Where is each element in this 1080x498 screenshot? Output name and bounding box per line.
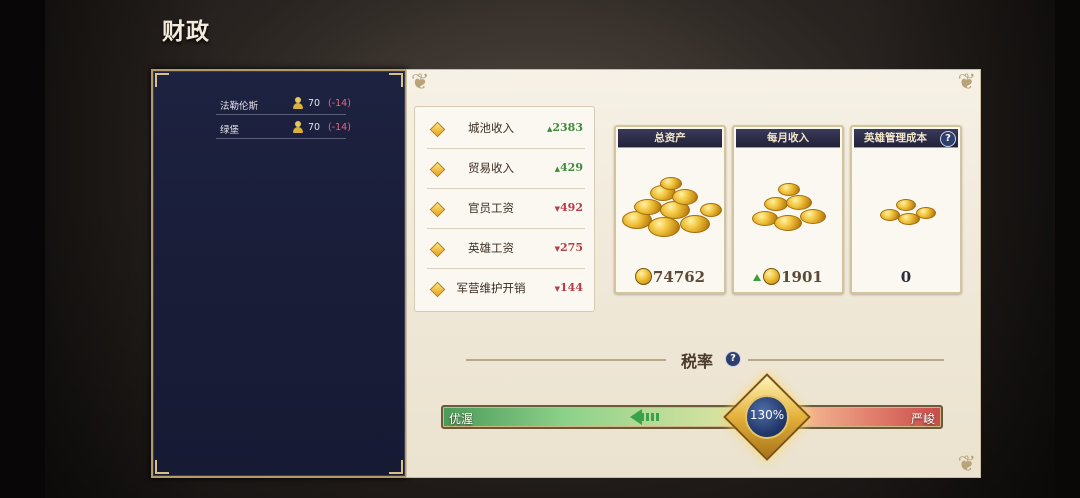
help-icon[interactable]: ? [940, 131, 956, 147]
coin-pile-large-icon [620, 177, 724, 247]
city-population: 70 [308, 98, 321, 109]
gold-diamond-icon [429, 161, 446, 178]
divider-right [748, 359, 944, 361]
population-icon [293, 97, 303, 109]
corner-flourish-icon: ❦ [411, 70, 430, 95]
population-icon [293, 121, 303, 133]
city-name: 绿堡 [220, 125, 240, 136]
card-value: 0 [900, 268, 912, 286]
finance-row-label: 城池收入 [468, 121, 514, 135]
total-assets-card: 总资产 74762 [614, 125, 726, 294]
finance-row-label: 军营维护开销 [456, 281, 526, 295]
finance-row: 军营维护开销 ▼144 [427, 269, 585, 309]
finance-row-value: ▲429 [554, 161, 583, 174]
corner-ornament [389, 460, 403, 474]
city-population-delta: (-14) [328, 98, 351, 109]
page-title: 财政 [162, 18, 210, 45]
arrow-left-icon-tail [641, 413, 661, 421]
card-title: 每月收入 [736, 129, 840, 148]
finance-row: 贸易收入 ▲429 [427, 149, 585, 189]
gold-diamond-icon [429, 241, 446, 258]
city-population-delta: (-14) [328, 122, 351, 133]
corner-ornament [155, 460, 169, 474]
tax-rate-value: 130% [749, 408, 785, 422]
coin-icon [634, 268, 652, 285]
finance-row: 城池收入 ▲2383 [427, 109, 585, 149]
finance-row-label: 贸易收入 [468, 161, 514, 175]
corner-flourish-icon: ❦ [957, 452, 976, 477]
monthly-income-card: 每月收入 1901 [732, 125, 844, 294]
card-value: 1901 [734, 268, 842, 286]
gold-diamond-icon [429, 281, 446, 298]
finance-row-label: 官员工资 [468, 201, 514, 215]
city-name: 法勒伦斯 [220, 101, 259, 112]
screen-edge-left [0, 0, 45, 498]
city-row[interactable]: 法勒伦斯 70 (-14) [216, 93, 351, 115]
coin-pile-medium-icon [752, 183, 832, 238]
coin-icon [763, 268, 781, 285]
finance-row-label: 英雄工资 [468, 241, 514, 255]
tax-low-label: 优渥 [449, 412, 474, 426]
finance-row-value: ▼144 [554, 281, 583, 294]
screen-edge-right [1055, 0, 1080, 498]
tax-title: 税率 [681, 352, 714, 371]
finance-row-value: ▲2383 [546, 121, 583, 134]
corner-ornament [155, 73, 169, 87]
finance-breakdown-list: 城池收入 ▲2383 贸易收入 ▲429 官员工资 ▼492 英雄工资 ▼275… [414, 106, 595, 312]
tax-high-label: 严峻 [910, 412, 935, 426]
card-value: 74762 [616, 268, 724, 286]
divider-left [466, 359, 666, 361]
card-title: 总资产 [618, 129, 722, 148]
tax-rate-slider[interactable]: 优渥 严峻 [441, 405, 943, 429]
city-row[interactable]: 绿堡 70 (-14) [216, 117, 351, 139]
corner-ornament [389, 73, 403, 87]
finance-row-value: ▼275 [554, 241, 583, 254]
corner-flourish-icon: ❦ [957, 70, 976, 95]
tax-help-icon[interactable]: ? [725, 351, 741, 367]
hero-cost-card: 英雄管理成本 ? 0 [850, 125, 962, 294]
gold-diamond-icon [429, 121, 446, 138]
city-population: 70 [308, 122, 321, 133]
coin-pile-small-icon [880, 195, 940, 229]
finance-row: 英雄工资 ▼275 [427, 229, 585, 269]
city-list-panel: 法勒伦斯 70 (-14) 绿堡 70 (-14) [151, 69, 407, 478]
finance-row-value: ▼492 [554, 201, 583, 214]
trend-up-icon [753, 274, 762, 281]
finance-row: 官员工资 ▼492 [427, 189, 585, 229]
gold-diamond-icon [429, 201, 446, 218]
